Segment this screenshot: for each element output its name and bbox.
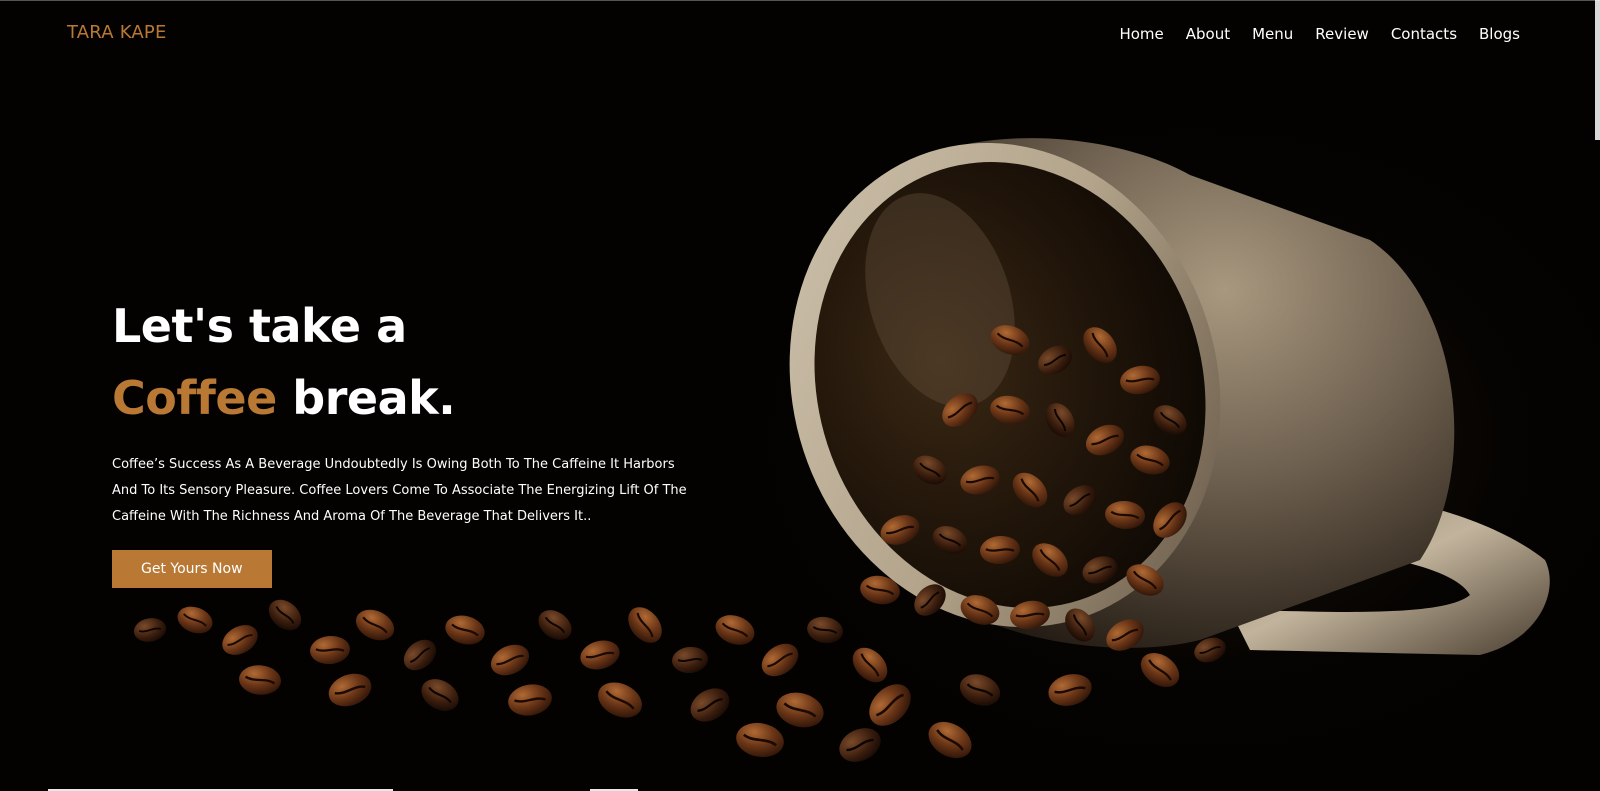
hero-headline: Let's take a Coffee break. — [112, 290, 712, 434]
hero-description: Coffee’s Success As A Beverage Undoubted… — [112, 457, 687, 524]
nav-review[interactable]: Review — [1315, 25, 1369, 43]
nav-home[interactable]: Home — [1119, 25, 1163, 43]
get-yours-now-button[interactable]: Get Yours Now — [112, 550, 272, 588]
headline-accent: Coffee — [112, 371, 277, 425]
nav-blogs[interactable]: Blogs — [1479, 25, 1520, 43]
page: TARA KAPE Home About Menu Review Contact… — [0, 0, 1600, 791]
site-header: TARA KAPE Home About Menu Review Contact… — [0, 0, 1600, 70]
headline-rest: break. — [276, 371, 456, 425]
hero-content: Let's take a Coffee break. Coffee’s Succ… — [112, 290, 712, 588]
nav-contacts[interactable]: Contacts — [1391, 25, 1457, 43]
scrollbar-thumb[interactable] — [1595, 0, 1600, 140]
main-nav: Home About Menu Review Contacts Blogs — [1097, 25, 1520, 43]
headline-line1: Let's take a — [112, 299, 407, 353]
nav-menu[interactable]: Menu — [1252, 25, 1293, 43]
nav-about[interactable]: About — [1186, 25, 1230, 43]
brand-logo[interactable]: TARA KAPE — [67, 22, 167, 43]
